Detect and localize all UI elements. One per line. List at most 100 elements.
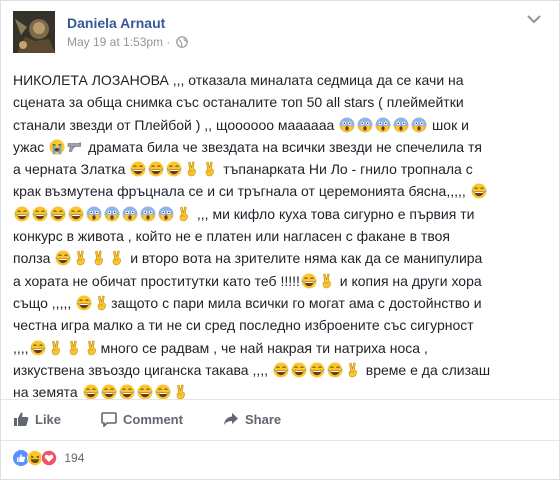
laugh-emoji-icon: [273, 362, 289, 378]
post-line: а хората не обичат проститутки като теб …: [13, 270, 547, 292]
post-line: а черната Златка тъпанарката Ни Ло - гни…: [13, 158, 547, 180]
reactions-summary[interactable]: 194: [13, 448, 84, 468]
post-text-segment: а хората не обичат проститутки като теб …: [13, 272, 300, 289]
post-line: НИКОЛЕТА ЛОЗАНОВА ,,, отказала миналата …: [13, 69, 547, 91]
love-icon: [41, 450, 57, 466]
laugh-emoji-icon: [32, 206, 48, 222]
victory-emoji-icon: [94, 295, 110, 311]
author-name[interactable]: Daniela Arnaut: [67, 15, 165, 31]
laugh-emoji-icon: [137, 384, 153, 400]
post-line: честна игра малко а ти не си сред послед…: [13, 314, 547, 336]
reactions-count: 194: [64, 451, 85, 465]
like-button[interactable]: Like: [13, 400, 61, 440]
laugh-emoji-icon: [301, 273, 317, 289]
laugh-emoji-icon: [155, 384, 171, 400]
post-card: Daniela Arnaut May 19 at 1:53pm · НИКОЛЕ…: [0, 0, 560, 480]
sob-emoji-icon: [49, 139, 65, 155]
post-line: конкурс в живота , който не е платен или…: [13, 225, 547, 247]
laugh-emoji-icon: [309, 362, 325, 378]
post-text-segment: а черната Златка: [13, 161, 130, 178]
scream-emoji-icon: [411, 117, 427, 133]
laugh-emoji-icon: [68, 206, 84, 222]
post-line: полза и второ вота на зрителите няма как…: [13, 247, 547, 269]
laugh-emoji-icon: [76, 295, 92, 311]
post-text-segment: честна игра малко а ти не си сред послед…: [13, 317, 474, 334]
victory-emoji-icon: [184, 161, 200, 177]
meta-separator: ·: [166, 35, 171, 49]
post-line: ужас драмата била че звездата на всички …: [13, 136, 547, 158]
victory-emoji-icon: [202, 161, 218, 177]
laugh-emoji-icon: [50, 206, 66, 222]
post-text: НИКОЛЕТА ЛОЗАНОВА ,,, отказала миналата …: [13, 69, 547, 403]
victory-emoji-icon: [173, 384, 189, 400]
victory-emoji-icon: [91, 250, 107, 266]
post-text-segment: на земята: [13, 384, 82, 401]
laugh-emoji-icon: [101, 384, 117, 400]
post-actions-bar: Like Comment Share: [1, 399, 559, 441]
post-text-segment: НИКОЛЕТА ЛОЗАНОВА ,,, отказала миналата …: [13, 72, 464, 88]
post-header: Daniela Arnaut May 19 at 1:53pm ·: [13, 11, 543, 57]
victory-emoji-icon: [73, 250, 89, 266]
thumbs-up-icon: [14, 412, 29, 426]
post-line: ,,,, много се радвам , че най накрая ти н…: [13, 337, 547, 359]
laugh-emoji-icon: [119, 384, 135, 400]
laugh-emoji-icon: [30, 340, 46, 356]
scream-emoji-icon: [357, 117, 373, 133]
scream-emoji-icon: [140, 206, 156, 222]
victory-emoji-icon: [319, 273, 335, 289]
share-button[interactable]: Share: [223, 400, 281, 440]
laugh-emoji-icon: [166, 161, 182, 177]
post-line: станали звезди от Плейбой ) ,, щоооооо м…: [13, 114, 547, 136]
laugh-emoji-icon: [327, 362, 343, 378]
laugh-emoji-icon: [130, 161, 146, 177]
victory-emoji-icon: [48, 340, 64, 356]
post-text-segment: ужас: [13, 138, 49, 155]
share-label: Share: [245, 412, 282, 427]
post-meta: May 19 at 1:53pm ·: [67, 35, 188, 49]
post-text-segment: време е да слизаш: [361, 361, 491, 378]
post-timestamp[interactable]: May 19 at 1:53pm: [67, 35, 163, 49]
post-text-segment: също ,,,,,: [13, 294, 76, 311]
post-text-segment: станали звезди от Плейбой ) ,, щоооооо м…: [13, 116, 339, 133]
post-text-segment: крак възмутена фръцнала се и си тръгнала…: [13, 183, 470, 200]
victory-emoji-icon: [84, 340, 100, 356]
post-line: също ,,,,, защото с пари мила всички го …: [13, 292, 547, 314]
post-text-segment: конкурс в живота , който не е платен или…: [13, 228, 450, 245]
post-line: ,,, ми кифло куха това сигурно е първия …: [13, 203, 547, 225]
post-text-segment: тъпанарката Ни Ло - гнило тропнала с: [219, 161, 473, 178]
scream-emoji-icon: [393, 117, 409, 133]
post-text-segment: и копия на други хора: [335, 272, 482, 289]
author-avatar[interactable]: [13, 11, 55, 53]
scream-emoji-icon: [158, 206, 174, 222]
share-icon: [224, 413, 238, 425]
laugh-emoji-icon: [83, 384, 99, 400]
comment-button[interactable]: Comment: [101, 400, 183, 440]
chevron-down-icon[interactable]: [525, 13, 543, 25]
post-text-segment: изкуствена звъоздо циганска такава ,,,,: [13, 361, 272, 378]
post-text-segment: и второ вота на зрителите няма как да се…: [126, 250, 483, 267]
laugh-emoji-icon: [471, 183, 487, 199]
laugh-emoji-icon: [14, 206, 30, 222]
like-label: Like: [35, 412, 62, 427]
scream-emoji-icon: [104, 206, 120, 222]
laugh-emoji-icon: [55, 250, 71, 266]
comment-label: Comment: [123, 412, 183, 427]
scream-emoji-icon: [86, 206, 102, 222]
post-text-segment: шок и: [428, 116, 469, 133]
post-text-segment: ,,, ми кифло куха това сигурно е първия …: [193, 205, 475, 222]
post-text-segment: защото с пари мила всички го могат ама с…: [111, 294, 482, 311]
victory-emoji-icon: [345, 362, 361, 378]
laugh-emoji-icon: [291, 362, 307, 378]
post-text-segment: много се радвам , че най накрая ти натри…: [100, 339, 428, 356]
globe-icon[interactable]: [175, 36, 188, 48]
victory-emoji-icon: [109, 250, 125, 266]
victory-emoji-icon: [176, 206, 192, 222]
post-line: изкуствена звъоздо циганска такава ,,,, …: [13, 359, 547, 381]
gun-emoji-icon: [67, 139, 83, 155]
avatar-image: [13, 11, 55, 53]
scream-emoji-icon: [122, 206, 138, 222]
scream-emoji-icon: [375, 117, 391, 133]
victory-emoji-icon: [66, 340, 82, 356]
post-text-segment: драмата била че звездата на всички звезд…: [84, 138, 482, 155]
post-text-segment: полза: [13, 250, 55, 267]
